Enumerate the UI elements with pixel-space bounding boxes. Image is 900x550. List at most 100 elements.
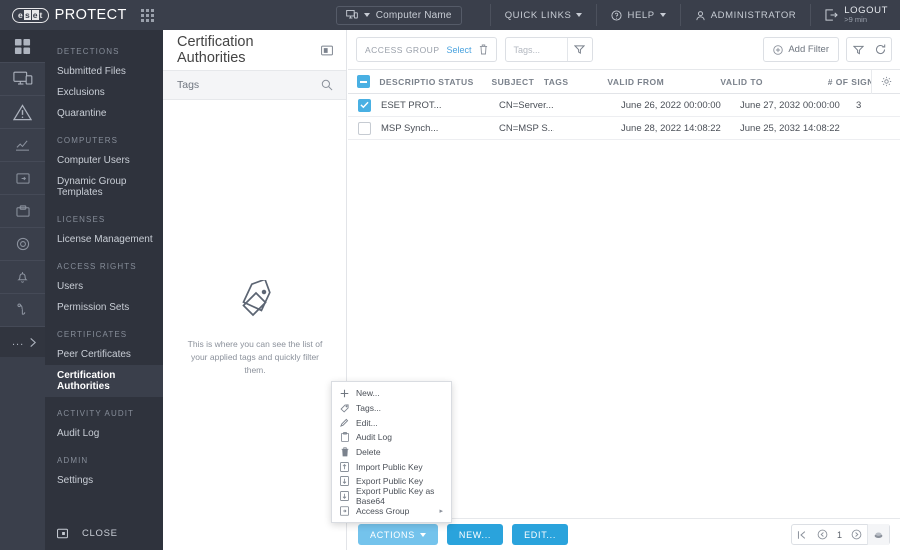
user-menu[interactable]: ADMINISTRATOR	[681, 0, 811, 30]
actions-button[interactable]: ACTIONS	[358, 524, 438, 545]
sidebar-group-header: DETECTIONS	[57, 47, 120, 56]
table-row[interactable]: MSP Synch... CN=MSP S... June 28, 2022 14:…	[348, 117, 900, 140]
pagination: 1	[790, 524, 890, 545]
panel-toggle-icon[interactable]	[321, 45, 333, 56]
tags-empty-text: This is where you can see the list of yo…	[187, 339, 323, 375]
context-menu-item-label: Import Public Key	[356, 461, 423, 472]
context-menu-item-label: Export Public Key	[356, 476, 424, 487]
product-name: PROTECT	[54, 7, 127, 23]
sidebar-group: ADMIN Settings	[45, 447, 163, 491]
quick-links-label: QUICK LINKS	[504, 9, 572, 21]
sidebar-item-computer-users[interactable]: Computer Users	[45, 150, 163, 171]
sidebar-item-submitted-files[interactable]: Submitted Files	[45, 61, 163, 82]
select-all-checkbox[interactable]	[348, 75, 379, 88]
sidebar-item-permission-sets[interactable]: Permission Sets	[45, 297, 163, 318]
reports-icon	[16, 140, 29, 151]
row-checkbox[interactable]	[348, 98, 381, 112]
rail-item-dashboard[interactable]	[0, 30, 45, 63]
refresh-icon[interactable]	[869, 44, 891, 55]
sidebar-item-license-management[interactable]: License Management	[45, 229, 163, 250]
eset-logo[interactable]: eset PROTECT	[12, 7, 127, 23]
column-header-subject[interactable]: SUBJECT	[491, 77, 543, 87]
sidebar-group-header: ADMIN	[57, 456, 89, 465]
quick-links-menu[interactable]: QUICK LINKS	[491, 0, 597, 30]
context-menu-item-import-public-key[interactable]: Import Public Key	[332, 459, 451, 474]
logout-button[interactable]: LOGOUT >9 min	[811, 6, 900, 24]
cell-valid_to: June 25, 2032 14:08:22	[740, 122, 840, 134]
context-menu-item-edit[interactable]: Edit...	[332, 415, 451, 430]
page-title: Certification Authorities	[177, 34, 254, 66]
sidebar-item-exclusions[interactable]: Exclusions	[45, 82, 163, 103]
filter-toolbar: ACCESS GROUP Select Tags... Add Filter	[348, 30, 900, 70]
access-group-filter[interactable]: ACCESS GROUP Select	[356, 37, 497, 62]
context-menu-item-delete[interactable]: Delete	[332, 445, 451, 460]
next-page-icon[interactable]	[846, 524, 867, 545]
search-icon[interactable]	[321, 79, 333, 91]
user-icon	[696, 10, 705, 20]
sidebar-item-peer-certificates[interactable]: Peer Certificates	[45, 344, 163, 365]
rail-item-reports[interactable]	[0, 129, 45, 162]
context-menu-item-label: New...	[356, 388, 380, 399]
tasks-folder-icon	[15, 172, 30, 184]
row-checkbox[interactable]	[348, 121, 381, 135]
sidebar-item-settings[interactable]: Settings	[45, 470, 163, 491]
rail-item-installers[interactable]	[0, 195, 45, 228]
sidebar-item-dynamic-group-templates[interactable]: Dynamic Group Templates	[45, 171, 163, 203]
administrator-label: ADMINISTRATOR	[710, 9, 797, 21]
new-button[interactable]: NEW...	[446, 524, 504, 545]
funnel-icon[interactable]	[568, 45, 592, 54]
table-row[interactable]: ESET PROT... CN=Server... June 26, 2022 00…	[348, 94, 900, 117]
page-number[interactable]: 1	[833, 524, 846, 545]
sidebar-item-audit-log[interactable]: Audit Log	[45, 423, 163, 444]
last-page-icon[interactable]	[867, 524, 889, 545]
funnel-icon[interactable]	[847, 45, 869, 55]
gear-icon[interactable]	[871, 69, 900, 94]
sidebar-item-users[interactable]: Users	[45, 276, 163, 297]
sidebar-item-certification-authorities[interactable]: Certification Authorities	[45, 365, 163, 397]
column-header-valid-from[interactable]: VALID FROM	[607, 77, 720, 87]
computer-name-label: Computer Name	[375, 9, 452, 21]
context-menu-item-label: Tags...	[356, 403, 382, 414]
rail-item-status-overview[interactable]	[0, 294, 45, 327]
column-header-num-signed[interactable]: # OF SIGNE	[828, 77, 872, 87]
column-header-tags[interactable]: TAGS	[544, 77, 608, 87]
help-menu[interactable]: HELP	[597, 0, 679, 30]
tags-filter-select[interactable]: Tags...	[504, 37, 593, 62]
apps-grid-icon[interactable]	[140, 8, 154, 22]
chevron-down-icon	[363, 13, 370, 17]
first-page-icon[interactable]	[792, 524, 812, 545]
sidebar-group: CERTIFICATES Peer Certificates Certificati…	[45, 321, 163, 397]
chevron-down-icon	[576, 13, 583, 17]
rail-more-button[interactable]: ...	[0, 327, 45, 357]
edit-button[interactable]: EDIT...	[512, 524, 569, 545]
rail-item-notifications[interactable]	[0, 261, 45, 294]
context-menu: New... Tags... Edit... Audit Log Delete Impor…	[331, 381, 452, 524]
computer-name-search[interactable]: Computer Name	[335, 5, 462, 25]
context-menu-item-label: Access Group	[356, 505, 410, 516]
warning-triangle-icon	[13, 103, 32, 120]
trash-icon[interactable]	[479, 44, 488, 55]
prev-page-icon[interactable]	[812, 524, 833, 545]
sidebar-group-header: ACCESS RIGHTS	[57, 262, 137, 271]
access-group-label: ACCESS GROUP	[365, 44, 440, 55]
sidebar-group-header: COMPUTERS	[57, 136, 119, 145]
context-menu-item-new[interactable]: New...	[332, 386, 451, 401]
column-header-valid-to[interactable]: VALID TO	[720, 77, 827, 87]
rail-item-policies[interactable]	[0, 228, 45, 261]
access-group-select-link[interactable]: Select	[447, 45, 472, 55]
context-menu-item-audit-log[interactable]: Audit Log	[332, 430, 451, 445]
sidebar-group: ACTIVITY AUDIT Audit Log	[45, 400, 163, 444]
sidebar-item-quarantine[interactable]: Quarantine	[45, 103, 163, 124]
plus-circle-icon	[773, 44, 784, 55]
context-menu-item-export-public-key-as-base64[interactable]: Export Public Key as Base64	[332, 486, 451, 506]
context-menu-item-tags[interactable]: Tags...	[332, 401, 451, 416]
installers-icon	[15, 204, 30, 217]
rail-item-tasks[interactable]	[0, 162, 45, 195]
sidebar-group: DETECTIONS Submitted Files Exclusions Quara…	[45, 38, 163, 124]
sidebar-close-button[interactable]: CLOSE	[45, 516, 163, 550]
rail-item-detections[interactable]	[0, 96, 45, 129]
rail-item-computers[interactable]	[0, 63, 45, 96]
column-header-status[interactable]: STATUS	[438, 77, 491, 87]
column-header-description[interactable]: DESCRIPTIO	[379, 77, 438, 87]
add-filter-button[interactable]: Add Filter	[763, 37, 839, 62]
